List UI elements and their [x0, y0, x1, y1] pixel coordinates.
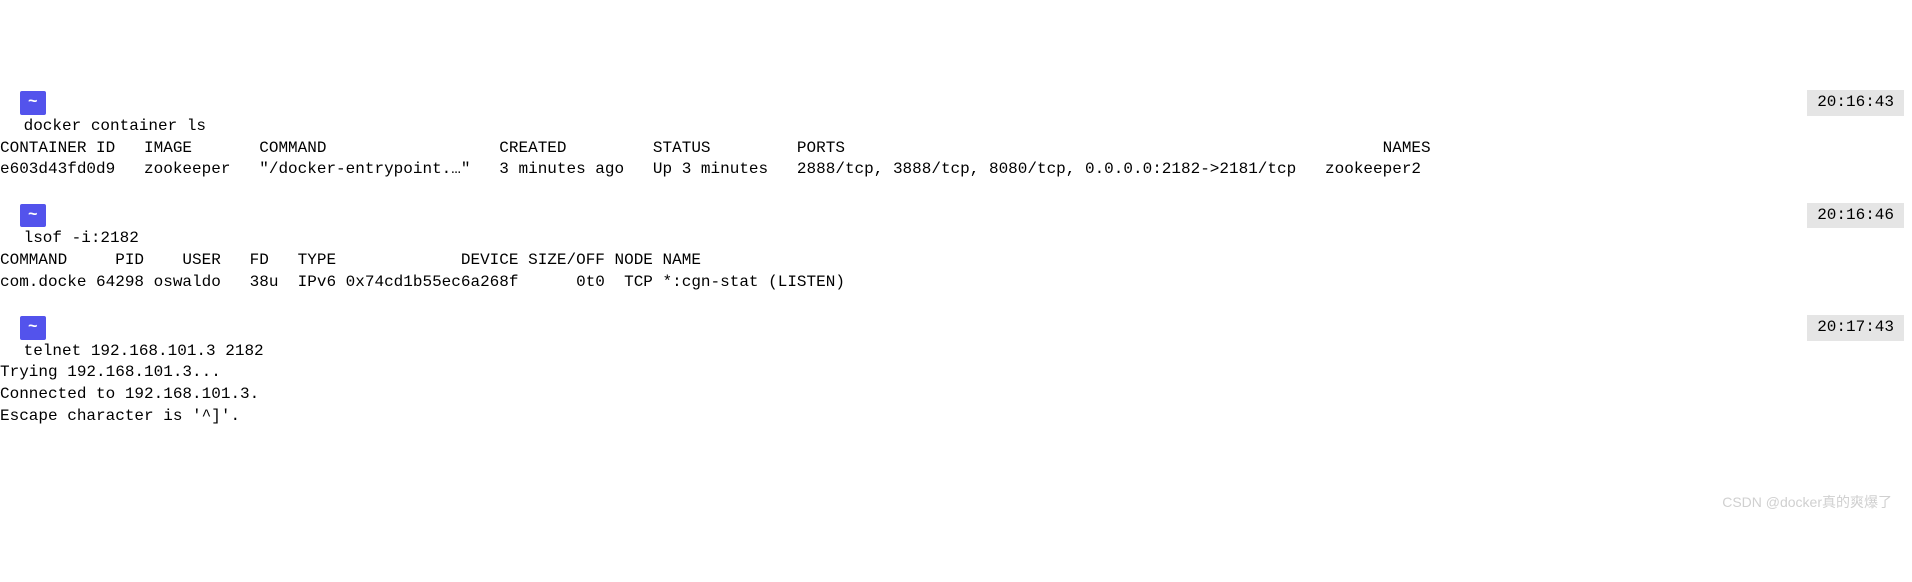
output-line: COMMAND PID USER FD TYPE DEVICE SIZE/OFF…: [0, 250, 1912, 272]
command-line[interactable]: telnet 192.168.101.3 2182: [0, 341, 1912, 363]
output-line: CONTAINER ID IMAGE COMMAND CREATED STATU…: [0, 138, 1912, 160]
location-badge: ~: [20, 91, 46, 115]
timestamp: 20:16:46: [1807, 203, 1904, 229]
location-badge: ~: [20, 204, 46, 228]
prompt-row: ~20:17:43: [0, 315, 1912, 341]
timestamp: 20:17:43: [1807, 315, 1904, 341]
prompt-row: ~20:16:46: [0, 203, 1912, 229]
output-line: Escape character is '^]'.: [0, 406, 1912, 428]
location-badge: ~: [20, 316, 46, 340]
terminal-content: ~20:16:43 docker container lsCONTAINER I…: [0, 90, 1912, 427]
watermark: CSDN @docker真的爽爆了: [1722, 493, 1892, 512]
output-line: e603d43fd0d9 zookeeper "/docker-entrypoi…: [0, 159, 1912, 181]
command-line[interactable]: docker container ls: [0, 116, 1912, 138]
output-line: Trying 192.168.101.3...: [0, 362, 1912, 384]
command-line[interactable]: lsof -i:2182: [0, 228, 1912, 250]
block-spacer: [0, 293, 1912, 315]
output-line: com.docke 64298 oswaldo 38u IPv6 0x74cd1…: [0, 272, 1912, 294]
output-line: Connected to 192.168.101.3.: [0, 384, 1912, 406]
prompt-row: ~20:16:43: [0, 90, 1912, 116]
block-spacer: [0, 181, 1912, 203]
timestamp: 20:16:43: [1807, 90, 1904, 116]
prompt-left: ~: [14, 91, 46, 115]
prompt-left: ~: [14, 316, 46, 340]
prompt-left: ~: [14, 204, 46, 228]
